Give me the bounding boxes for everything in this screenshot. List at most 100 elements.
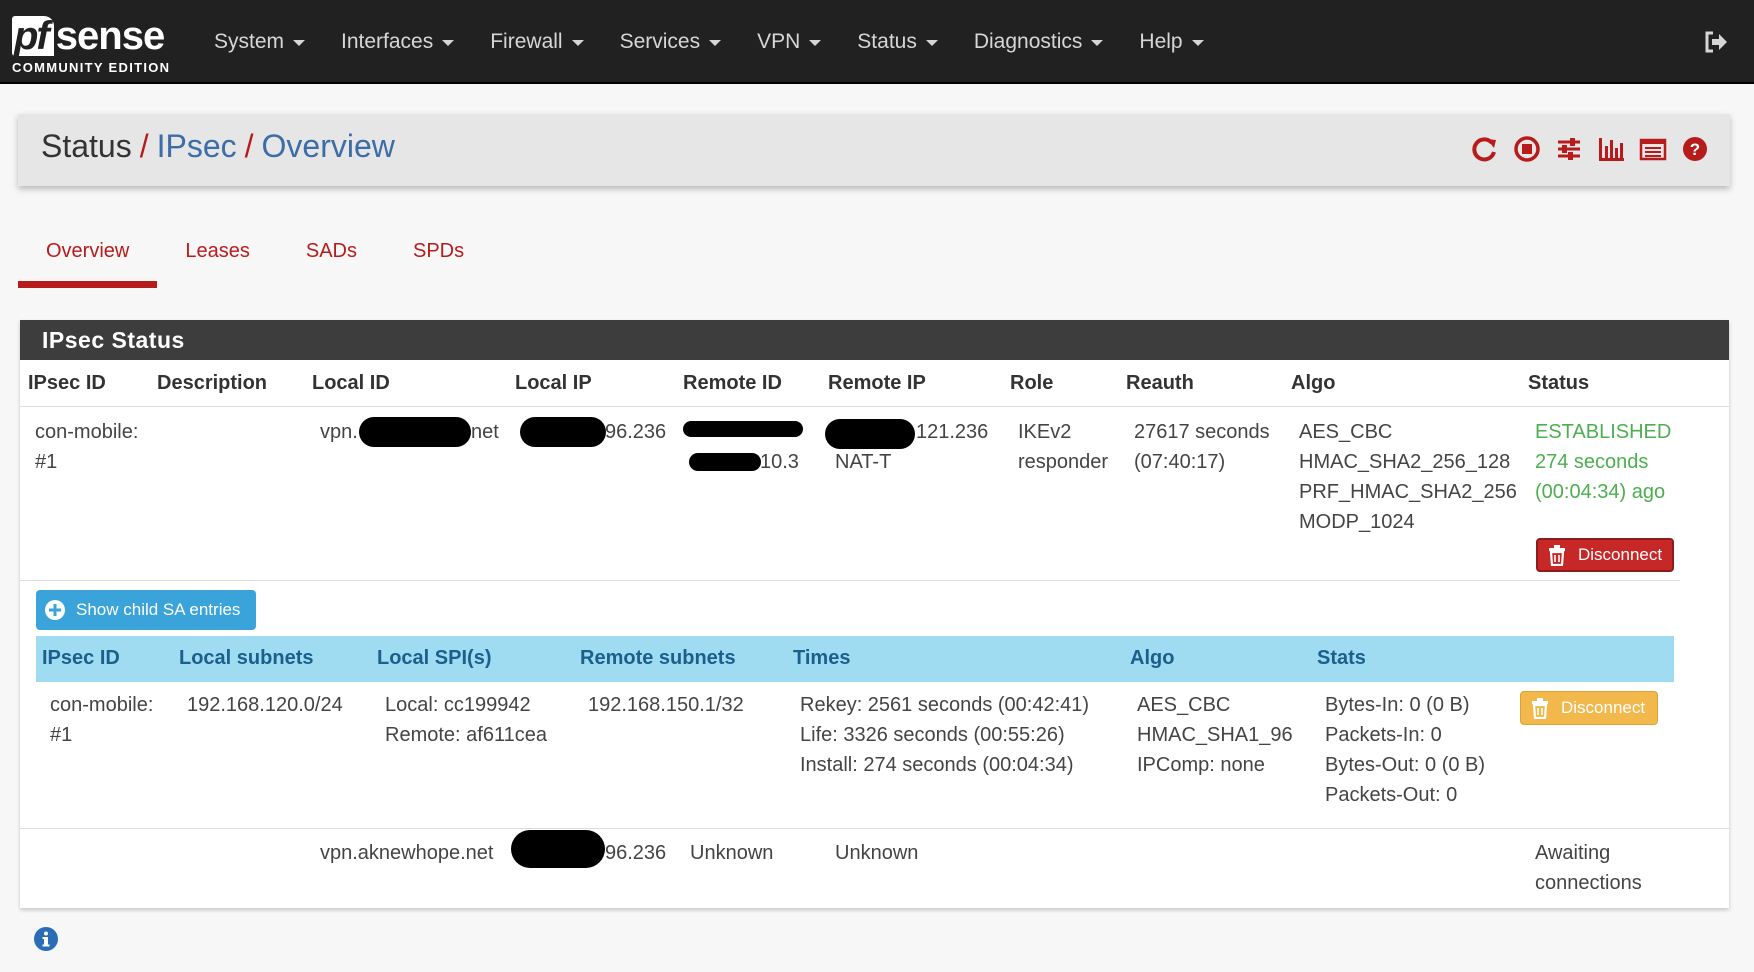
menu-label: Interfaces (341, 30, 434, 53)
caret-down-icon (571, 40, 584, 46)
menu-services[interactable]: Services (602, 30, 740, 54)
show-child-sa-button[interactable]: Show child SA entries (36, 590, 256, 630)
row1-algo-line4: MODP_1024 (1299, 511, 1415, 533)
child-disconnect-button[interactable]: Disconnect (1520, 691, 1658, 725)
help-icon[interactable]: ? (1680, 134, 1710, 164)
stop-icon[interactable] (1512, 134, 1542, 164)
menu-diagnostics[interactable]: Diagnostics (956, 30, 1122, 54)
child-header-stats: Stats (1317, 647, 1366, 669)
menu-label: Services (619, 30, 701, 53)
disconnect-button[interactable]: Disconnect (1536, 538, 1674, 572)
logo-sense-text: sense (55, 14, 165, 58)
col-header-role: Role (1010, 372, 1054, 394)
sign-out-icon[interactable] (1702, 28, 1730, 56)
row1-remote-ip-suffix: 121.236 (916, 421, 989, 443)
menu-interfaces[interactable]: Interfaces (323, 30, 472, 54)
caret-down-icon (442, 40, 455, 46)
col-header-remote-ip: Remote IP (828, 372, 926, 394)
row2-local-ip-suffix: 96.236 (605, 842, 667, 864)
pfsense-logo[interactable]: pf sense COMMUNITY EDITION (12, 14, 172, 76)
redaction-mark (359, 417, 471, 447)
redaction-mark (683, 421, 803, 437)
row1-role-line2: responder (1018, 451, 1109, 473)
col-header-remote-id: Remote ID (683, 372, 782, 394)
row1-ipsec-id-line2: #1 (35, 451, 58, 473)
ipsec-status-panel: IPsec Status IPsec ID Description Local … (20, 320, 1729, 908)
panel-title: IPsec Status (20, 320, 1729, 360)
breadcrumb-overview-link[interactable]: Overview (262, 128, 395, 164)
child-ipsec-id-line2: #1 (50, 724, 73, 746)
menu-label: Help (1139, 30, 1183, 53)
tab-bar: Overview Leases SADs SPDs (18, 232, 492, 288)
tab-spds[interactable]: SPDs (385, 232, 492, 288)
child-times-life: Life: 3326 seconds (00:55:26) (800, 724, 1065, 746)
redaction-mark (689, 453, 761, 471)
row1-ipsec-id: con-mobile: #1 (35, 417, 138, 477)
header-actions: ? (1470, 134, 1710, 164)
row1-status: ESTABLISHED 274 seconds (00:04:34) ago (1535, 417, 1671, 507)
row1-local-ip-suffix: 96.236 (605, 421, 667, 443)
top-navbar: pf sense COMMUNITY EDITION System Interf… (0, 0, 1754, 84)
row1-algo-line2: HMAC_SHA2_256_128 (1299, 451, 1511, 473)
child-local-subnets: 192.168.120.0/24 (187, 694, 343, 716)
child-local-spi: Local: cc199942 Remote: af611cea (385, 690, 547, 750)
breadcrumb-separator: / (244, 128, 254, 164)
caret-down-icon (709, 40, 722, 46)
caret-down-icon (809, 40, 822, 46)
row1-remote-ip-nat: NAT-T (835, 451, 892, 473)
log-list-icon[interactable] (1638, 134, 1668, 164)
child-times-rekey: Rekey: 2561 seconds (00:42:41) (800, 694, 1090, 716)
menu-status[interactable]: Status (839, 30, 956, 54)
menu-label: Firewall (490, 30, 563, 53)
tab-leases[interactable]: Leases (157, 232, 278, 288)
col-header-local-id: Local ID (312, 372, 390, 394)
row1-status-line1: ESTABLISHED (1535, 421, 1672, 443)
row1-local-id-prefix: vpn. (320, 421, 358, 443)
trash-icon (1549, 545, 1565, 566)
row2-remote-ip: Unknown (835, 842, 919, 864)
row1-algo-line3: PRF_HMAC_SHA2_256 (1299, 481, 1517, 503)
child-ipsec-id-line1: con-mobile: (50, 694, 154, 716)
caret-down-icon (1191, 40, 1204, 46)
row1-remote-id-suffix: 10.3 (760, 451, 799, 473)
plus-circle-icon (45, 600, 65, 620)
breadcrumb-ipsec-link[interactable]: IPsec (157, 128, 237, 164)
menu-system[interactable]: System (196, 30, 323, 54)
child-header-ipsec-id: IPsec ID (42, 647, 120, 669)
menu-label: VPN (757, 30, 801, 53)
info-icon[interactable] (33, 926, 59, 952)
menu-firewall[interactable]: Firewall (472, 30, 601, 54)
bar-chart-icon[interactable] (1596, 134, 1626, 164)
redaction-mark (511, 830, 605, 868)
menu-label: Status (857, 30, 917, 53)
child-algo: AES_CBC HMAC_SHA1_96 IPComp: none (1137, 690, 1293, 780)
main-menu: System Interfaces Firewall Services VPN … (196, 0, 1222, 84)
child-local-spi-line1: Local: cc199942 (385, 694, 531, 716)
child-header-remote-subnets: Remote subnets (580, 647, 736, 669)
logo-wordmark: pf sense (12, 14, 165, 58)
row1-status-line3: (00:04:34) ago (1535, 481, 1666, 503)
menu-vpn[interactable]: VPN (739, 30, 839, 54)
child-times: Rekey: 2561 seconds (00:42:41) Life: 332… (800, 690, 1089, 780)
restart-icon[interactable] (1470, 134, 1500, 164)
child-stats-bytes-out: Bytes-Out: 0 (0 B) (1325, 754, 1486, 776)
child-stats-packets-out: Packets-Out: 0 (1325, 784, 1458, 806)
child-header-algo: Algo (1130, 647, 1175, 669)
disconnect-label: Disconnect (1578, 545, 1663, 564)
menu-help[interactable]: Help (1121, 30, 1221, 54)
child-ipsec-id: con-mobile: #1 (50, 690, 153, 750)
tab-overview[interactable]: Overview (18, 232, 158, 288)
show-child-sa-label: Show child SA entries (76, 600, 241, 619)
row2-status-line2: connections (1535, 872, 1642, 894)
sliders-icon[interactable] (1554, 134, 1584, 164)
redaction-mark (520, 417, 606, 447)
menu-label: System (214, 30, 285, 53)
row1-algo-line1: AES_CBC (1299, 421, 1393, 443)
row1-algo: AES_CBC HMAC_SHA2_256_128 PRF_HMAC_SHA2_… (1299, 417, 1517, 537)
caret-down-icon (925, 40, 938, 46)
caret-down-icon (1091, 40, 1104, 46)
row2-local-id: vpn.aknewhope.net (320, 842, 494, 864)
breadcrumb-separator: / (139, 128, 149, 164)
tab-sads[interactable]: SADs (278, 232, 385, 288)
child-header-times: Times (793, 647, 851, 669)
